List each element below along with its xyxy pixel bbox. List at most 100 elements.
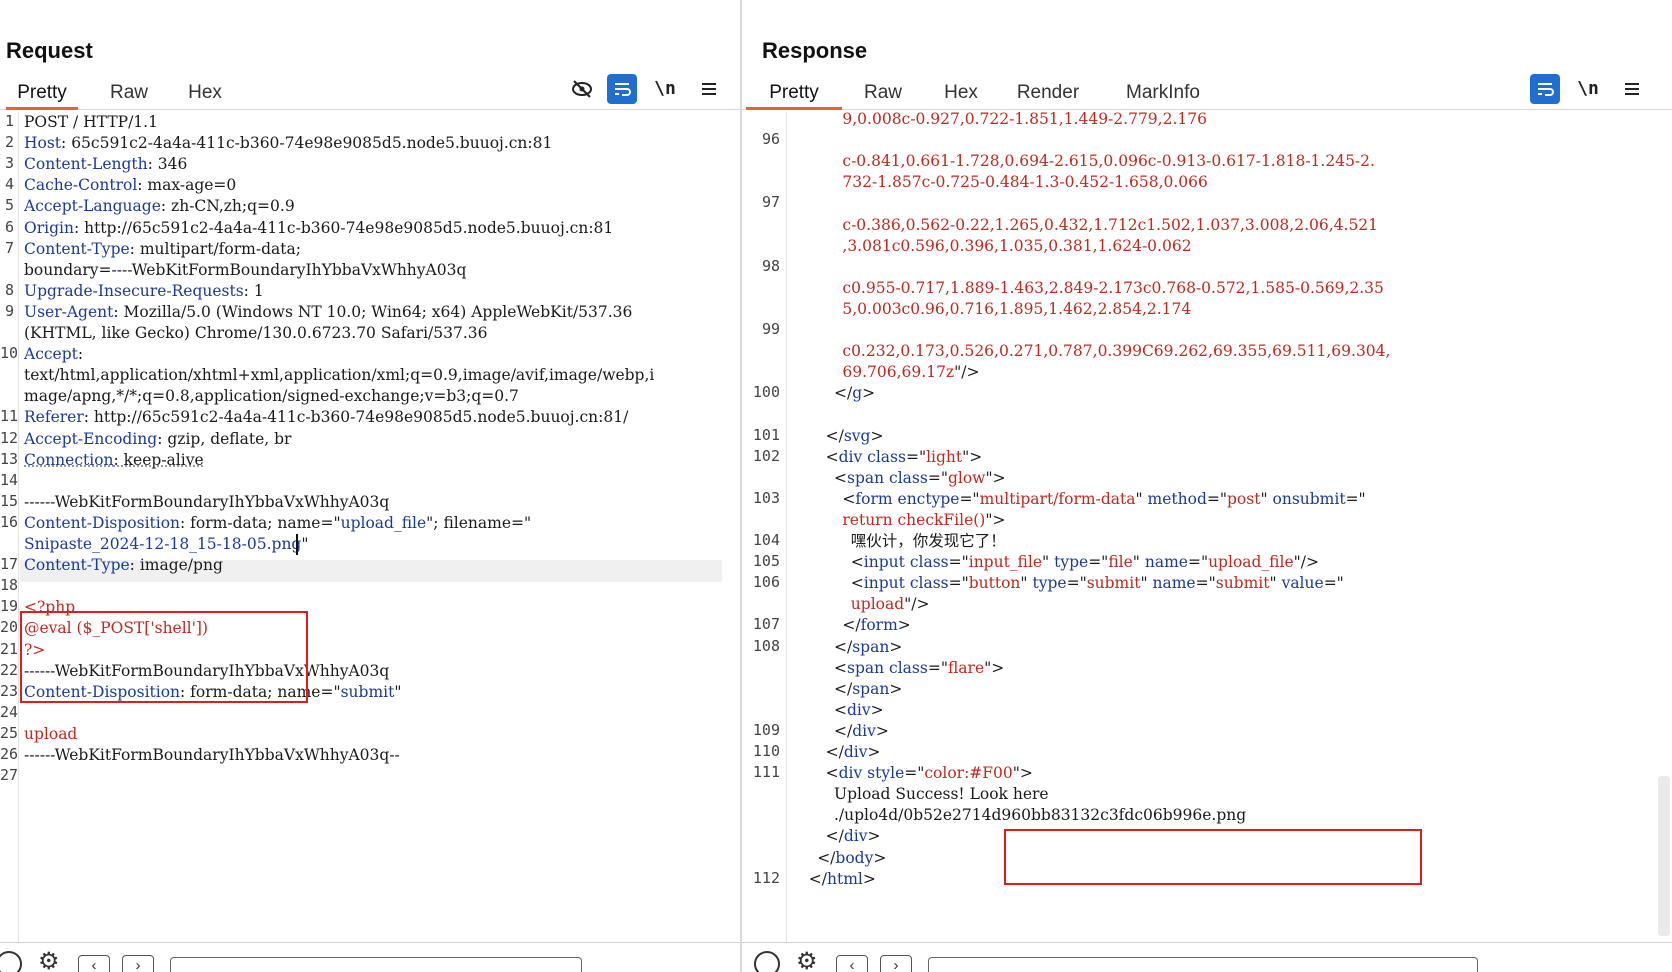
line-number: 25 <box>0 723 19 742</box>
code-line: boundary=----WebKitFormBoundaryIhYbbaVxW… <box>24 260 466 281</box>
code-token: class <box>889 658 928 677</box>
code-token: span <box>847 468 885 487</box>
code-token: submit <box>1215 574 1270 593</box>
response-tab-hex[interactable]: Hex <box>936 78 986 110</box>
response-scrollbar[interactable] <box>1658 776 1670 936</box>
code-token: < <box>834 700 847 719</box>
code-token: > <box>867 743 881 761</box>
code-token: > <box>897 616 911 635</box>
code-token: 5,0.003c0.96,0.716,1.895,1.462,2.854,2.1… <box>842 299 1192 318</box>
code-token: form <box>860 616 898 635</box>
code-token: type <box>1054 553 1089 572</box>
line-number: 20 <box>0 618 19 637</box>
code-token: body <box>835 848 874 867</box>
code-line: 嘿伙计，你发现它了！ <box>851 531 1006 552</box>
next-match-button[interactable]: › <box>880 955 912 972</box>
code-token: style <box>867 764 905 783</box>
line-number: 5 <box>4 196 14 215</box>
line-number: 109 <box>752 720 780 739</box>
line-number: 10 <box>0 344 19 363</box>
response-tab-raw[interactable]: Raw <box>858 78 908 110</box>
previous-match-button[interactable]: ‹ <box>836 955 868 972</box>
code-line: ------WebKitFormBoundaryIhYbbaVxWhhyA03q… <box>24 745 400 766</box>
line-number: 11 <box>0 407 19 426</box>
code-token: div <box>843 827 868 846</box>
response-tab-pretty[interactable]: Pretty <box>746 78 842 110</box>
response-menu-button[interactable] <box>1617 74 1647 104</box>
hide-nonprintable-button[interactable] <box>566 74 596 104</box>
code-token: < <box>834 658 847 677</box>
line-number: 106 <box>752 573 780 592</box>
code-token: : http://65c591c2-4a4a-411c-b360-74e98e9… <box>73 218 614 237</box>
gear-icon[interactable]: ⚙ <box>38 950 64 972</box>
code-token: upload_file <box>1208 553 1294 572</box>
response-tab-markinfo[interactable]: MarkInfo <box>1120 78 1206 110</box>
line-number: 103 <box>752 488 780 507</box>
code-token: : max-age=0 <box>137 176 237 195</box>
line-number: 107 <box>752 615 780 634</box>
code-token: span <box>847 658 885 677</box>
code-token: Content-Disposition <box>24 513 181 532</box>
code-token: div <box>847 700 871 719</box>
request-editor[interactable]: 1 POST / HTTP/1.1 2 Host: 65c591c2-4a4a-411… <box>0 112 740 942</box>
code-token: ,3.081c0.596,0.396,1.035,0.381,1.624-0.0… <box>842 236 1192 255</box>
code-token: enctype <box>897 489 960 508</box>
code-token: Snipaste_2024-12-18_15-18-05.png <box>24 535 302 553</box>
code-token: flare <box>947 658 985 677</box>
request-menu-button[interactable] <box>694 74 724 104</box>
code-token: ./uplo4d/0b52e2714d960bb83132c3fdc06b996… <box>834 806 1247 825</box>
response-search-input[interactable] <box>928 957 1478 972</box>
help-icon[interactable] <box>0 951 22 972</box>
line-number: 12 <box>0 428 19 447</box>
response-word-wrap-button[interactable] <box>1530 74 1560 104</box>
code-token: =" <box>1323 574 1344 593</box>
code-token: > <box>889 679 903 698</box>
code-token: </ <box>817 848 836 867</box>
code-token: c-0.386,0.562-0.22,1.265,0.432,1.712c1.5… <box>842 215 1379 234</box>
code-token: 69.706,69.17z <box>842 363 955 382</box>
request-search-input[interactable] <box>170 957 582 972</box>
previous-match-button[interactable]: ‹ <box>78 955 110 972</box>
help-icon[interactable] <box>754 951 780 972</box>
request-tab-raw[interactable]: Raw <box>104 78 154 110</box>
code-token: : http://65c591c2-4a4a-411c-b360-74e98e9… <box>83 408 629 427</box>
code-token: </ <box>825 827 844 846</box>
code-token: c0.232,0.173,0.526,0.271,0.787,0.399C69.… <box>842 342 1391 361</box>
code-line: </body> <box>817 848 886 869</box>
code-line: c0.955-0.717,1.889-1.463,2.849-2.173c0.7… <box>842 278 1384 299</box>
request-tab-hex[interactable]: Hex <box>180 78 230 110</box>
code-token: Origin <box>24 218 74 237</box>
code-token: : gzip, deflate, br <box>157 429 292 448</box>
code-token: </ <box>842 616 861 635</box>
code-token: " <box>394 682 402 701</box>
code-token: name <box>1152 574 1196 593</box>
code-token: : Mozilla/5.0 (Windows NT 10.0; Win64; x… <box>113 302 633 321</box>
response-show-newlines-button[interactable]: \n <box>1573 74 1603 104</box>
line-number: 112 <box>752 868 780 887</box>
code-token: span <box>852 679 890 698</box>
code-token: =" <box>948 574 969 593</box>
code-line: </div> <box>826 826 881 847</box>
code-token: "> <box>1012 764 1033 783</box>
line-number: 4 <box>4 175 14 194</box>
code-line: Referer: http://65c591c2-4a4a-411c-b360-… <box>24 407 628 428</box>
code-token: class <box>867 447 906 466</box>
code-line: Cache-Control: max-age=0 <box>24 175 236 196</box>
response-editor[interactable]: 9,0.008c-0.927,0.722-1.851,1.449-2.779,2… <box>742 112 1672 942</box>
code-line: Accept-Language: zh-CN,zh;q=0.9 <box>24 196 295 217</box>
code-token: light <box>926 447 963 466</box>
request-tab-pretty[interactable]: Pretty <box>6 78 78 110</box>
code-line: <div class="light"> <box>826 447 983 468</box>
next-match-button[interactable]: › <box>122 955 154 972</box>
hamburger-icon <box>1625 83 1639 95</box>
show-newlines-button[interactable]: \n <box>650 74 680 104</box>
line-number: 19 <box>0 597 19 616</box>
response-tab-render[interactable]: Render <box>1013 78 1083 110</box>
code-token: </ <box>808 869 828 888</box>
response-pane: Response Pretty Raw Hex Render MarkInfo … <box>742 0 1672 972</box>
word-wrap-button[interactable] <box>607 74 637 104</box>
code-token: </ <box>834 637 853 656</box>
gear-icon[interactable]: ⚙ <box>796 950 822 972</box>
code-token: > <box>862 384 876 403</box>
code-token: (KHTML, like Gecko) Chrome/130.0.6723.70… <box>24 324 488 342</box>
